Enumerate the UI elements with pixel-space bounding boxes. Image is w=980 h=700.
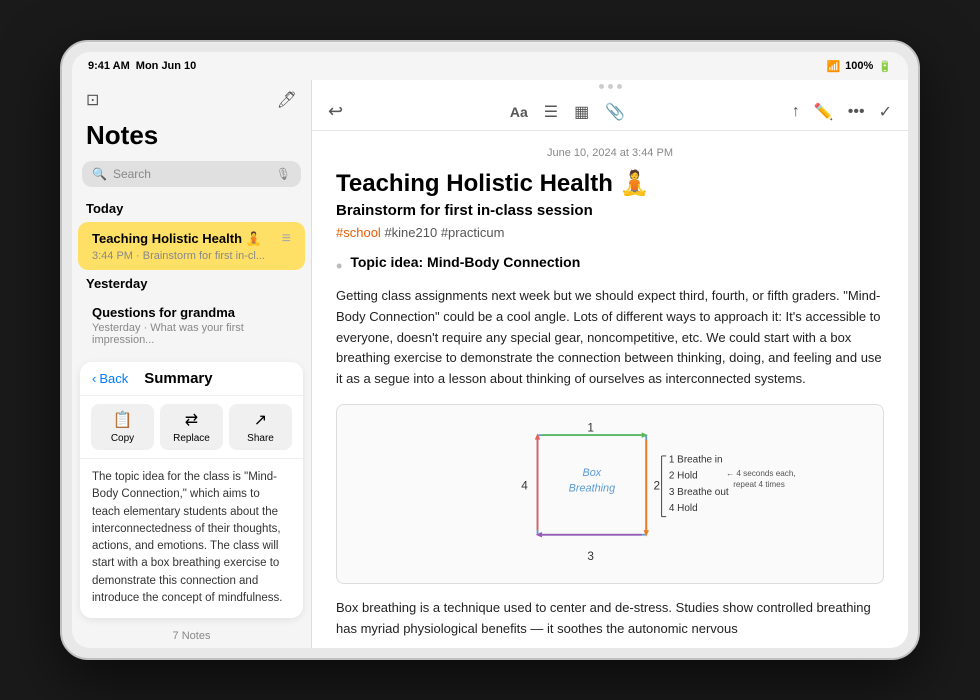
table-icon[interactable]: ▦ xyxy=(572,100,591,124)
search-placeholder: Search xyxy=(113,167,151,181)
text-format-icon[interactable]: Aa xyxy=(508,102,530,122)
search-icon: 🔍 xyxy=(92,167,107,181)
toolbar-center: Aa ☰ ▦ 📎 xyxy=(508,100,627,124)
editor-toolbar: ↩ Aa ☰ ▦ 📎 ↑ ✏️ ••• ✓ xyxy=(312,93,908,131)
dot-2 xyxy=(608,84,613,89)
toolbar-right: ↑ ✏️ ••• ✓ xyxy=(790,100,894,124)
sidebar-toggle-icon[interactable]: ⊡ xyxy=(84,88,101,112)
note-item-grandma-header: Questions for grandma xyxy=(92,305,291,320)
sidebar-title: Notes xyxy=(72,120,311,157)
note-body-2: Box breathing is a technique used to cen… xyxy=(336,598,884,640)
status-time: 9:41 AM xyxy=(88,60,130,72)
svg-text:Box: Box xyxy=(583,467,602,479)
search-bar[interactable]: 🔍 Search 🎙 xyxy=(82,161,301,187)
tag-kine: #kine210 #practicum xyxy=(384,225,504,240)
summary-header: ‹ Back Summary xyxy=(80,362,303,396)
attachment-icon[interactable]: 📎 xyxy=(603,100,627,124)
editor-dots xyxy=(312,80,908,93)
back-label: Back xyxy=(99,371,128,386)
chevron-left-icon: ‹ xyxy=(92,371,96,386)
box-breathing-diagram: 1 2 3 xyxy=(336,404,884,584)
note-body-1: Getting class assignments next week but … xyxy=(336,286,884,390)
status-right: 📶 100% 🔋 xyxy=(826,60,892,73)
copy-label: Copy xyxy=(111,433,134,444)
pencil-icon[interactable]: ✏️ xyxy=(812,100,836,124)
sidebar: ⊡ 🖊 Notes 🔍 Search 🎙 Today Teaching Holi… xyxy=(72,80,312,648)
note-subtitle: Brainstorm for first in-class session xyxy=(336,202,884,219)
summary-actions: 📋 Copy ⇄ Replace ↗ Share xyxy=(80,396,303,459)
dot-1 xyxy=(599,84,604,89)
today-section-title: Today xyxy=(72,197,311,220)
undo-icon[interactable]: ↩ xyxy=(326,99,345,124)
note-tags: #school #kine210 #practicum xyxy=(336,225,884,240)
status-bar: 9:41 AM Mon Jun 10 📶 100% 🔋 xyxy=(72,52,908,80)
checklist-icon[interactable]: ☰ xyxy=(542,100,560,124)
notes-editor: ↩ Aa ☰ ▦ 📎 ↑ ✏️ ••• ✓ xyxy=(312,80,908,648)
back-button[interactable]: ‹ Back xyxy=(92,371,128,386)
done-icon[interactable]: ✓ xyxy=(877,100,894,124)
app-content: ⊡ 🖊 Notes 🔍 Search 🎙 Today Teaching Holi… xyxy=(72,80,908,648)
replace-icon: ⇄ xyxy=(185,410,198,430)
note-main-title: Teaching Holistic Health 🧘 xyxy=(336,169,884,198)
summary-footer-note: Friday 1 week Paris, 2 days Saint-Malo, … xyxy=(80,617,303,618)
note-title-teaching: Teaching Holistic Health 🧘 xyxy=(92,231,262,247)
note-title-grandma: Questions for grandma xyxy=(92,305,235,320)
copy-icon: 📋 xyxy=(113,410,133,430)
note-item-grandma[interactable]: Questions for grandma Yesterday · What w… xyxy=(78,297,305,354)
bullet-icon: • xyxy=(336,256,342,277)
svg-text:Breathing: Breathing xyxy=(569,482,615,494)
svg-text:2 Hold: 2 Hold xyxy=(669,471,698,482)
svg-text:repeat 4 times: repeat 4 times xyxy=(733,480,785,489)
note-item-teaching[interactable]: Teaching Holistic Health 🧘 ≡ 3:44 PM · B… xyxy=(78,222,305,270)
svg-text:2: 2 xyxy=(653,479,660,492)
tag-school: #school xyxy=(336,225,381,240)
mic-icon[interactable]: 🎙 xyxy=(276,167,291,181)
battery-label: 100% xyxy=(845,60,873,72)
svg-text:1 Breathe in: 1 Breathe in xyxy=(669,454,723,465)
svg-text:4 Hold: 4 Hold xyxy=(669,503,698,514)
ipad-frame: 9:41 AM Mon Jun 10 📶 100% 🔋 ⊡ 🖊 Notes 🔍 xyxy=(60,40,920,660)
toolbar-left: ↩ xyxy=(326,99,345,124)
topic-row: • Topic idea: Mind-Body Connection xyxy=(336,254,884,278)
status-left: 9:41 AM Mon Jun 10 xyxy=(88,60,196,72)
share-button[interactable]: ↗ Share xyxy=(229,404,292,450)
share-icon: ↗ xyxy=(254,410,267,430)
copy-button[interactable]: 📋 Copy xyxy=(91,404,154,450)
more-options-icon[interactable]: ••• xyxy=(846,101,867,123)
notes-count: 7 Notes xyxy=(72,624,311,648)
summary-panel: ‹ Back Summary 📋 Copy ⇄ Replace xyxy=(80,362,303,618)
replace-label: Replace xyxy=(173,433,210,444)
breathing-svg: 1 2 3 xyxy=(349,417,871,571)
svg-text:← 4 seconds each,: ← 4 seconds each, xyxy=(726,469,796,478)
replace-button[interactable]: ⇄ Replace xyxy=(160,404,223,450)
wifi-icon: 📶 xyxy=(826,60,840,73)
dot-3 xyxy=(617,84,622,89)
svg-text:4: 4 xyxy=(521,479,528,492)
note-item-header: Teaching Holistic Health 🧘 ≡ xyxy=(92,230,291,248)
editor-content[interactable]: June 10, 2024 at 3:44 PM Teaching Holist… xyxy=(312,131,908,648)
svg-text:3: 3 xyxy=(587,550,594,563)
topic-heading: Topic idea: Mind-Body Connection xyxy=(350,254,580,270)
share-label: Share xyxy=(247,433,274,444)
ipad-screen: 9:41 AM Mon Jun 10 📶 100% 🔋 ⊡ 🖊 Notes 🔍 xyxy=(72,52,908,648)
svg-text:1: 1 xyxy=(587,421,594,434)
yesterday-section-title: Yesterday xyxy=(72,272,311,295)
note-date: June 10, 2024 at 3:44 PM xyxy=(336,147,884,159)
note-meta-grandma: Yesterday · What was your first impressi… xyxy=(92,322,291,346)
status-date: Mon Jun 10 xyxy=(136,60,197,72)
note-lines-icon: ≡ xyxy=(282,230,291,248)
svg-text:3 Breathe out: 3 Breathe out xyxy=(669,487,729,498)
note-meta-teaching: 3:44 PM · Brainstorm for first in-cl... xyxy=(92,250,291,262)
share-toolbar-icon[interactable]: ↑ xyxy=(790,101,802,123)
sidebar-toolbar: ⊡ 🖊 xyxy=(72,80,311,120)
battery-icon: 🔋 xyxy=(878,60,892,73)
summary-text: The topic idea for the class is "Mind-Bo… xyxy=(80,459,303,617)
summary-title: Summary xyxy=(144,370,212,387)
new-note-icon[interactable]: 🖊 xyxy=(275,88,299,112)
